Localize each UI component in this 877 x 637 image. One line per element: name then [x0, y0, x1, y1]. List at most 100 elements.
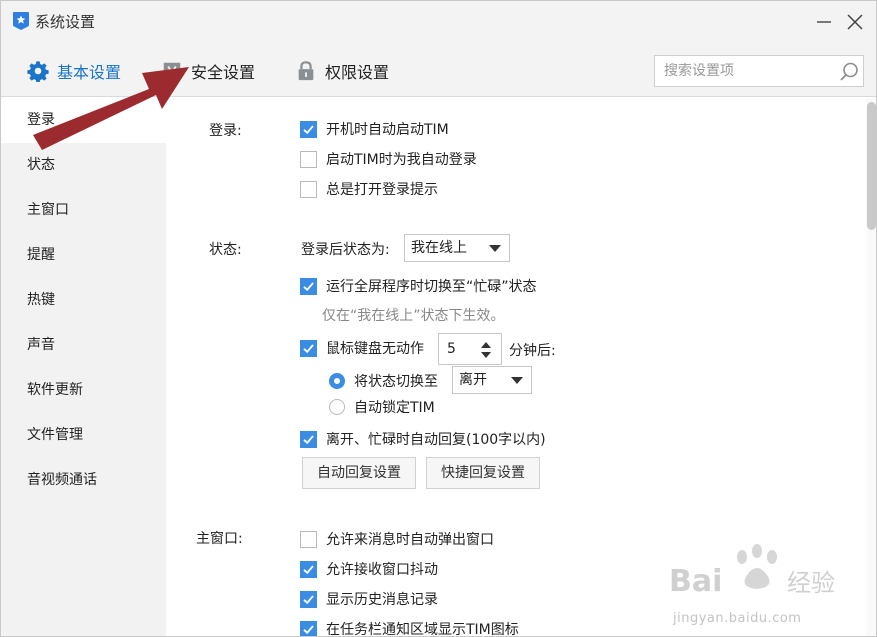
section-main-window-label: 主窗口: [196, 531, 243, 547]
check-icon [303, 594, 314, 604]
idle-suffix-label: 分钟后: [509, 343, 556, 359]
sidebar-item-file-management[interactable]: 文件管理 [1, 413, 166, 458]
stepper-up-icon[interactable] [481, 342, 491, 348]
radio-switch-status[interactable] [329, 373, 345, 389]
close-icon [847, 14, 863, 30]
sidebar-item-main-window[interactable]: 主窗口 [1, 188, 166, 233]
checkbox-tray-icon[interactable] [300, 620, 317, 636]
gear-icon [27, 61, 49, 82]
tim-app-icon [13, 12, 29, 30]
check-icon [303, 124, 314, 134]
option-label: 自动锁定TIM [354, 400, 435, 416]
check-icon [303, 434, 314, 444]
sidebar-item-label: 热键 [27, 292, 55, 308]
option-fullscreen-busy[interactable]: 运行全屏程序时切换至“忙碌”状态 [300, 276, 537, 296]
check-icon [303, 343, 314, 353]
option-label: 离开、忙碌时自动回复(100字以内) [326, 432, 546, 448]
option-auto-lock[interactable]: 自动锁定TIM [329, 397, 435, 417]
option-login-prompt[interactable]: 总是打开登录提示 [300, 179, 438, 199]
sidebar-item-label: 音视频通话 [27, 472, 97, 488]
sidebar-item-label: 软件更新 [27, 382, 83, 398]
option-label: 开机时自动启动TIM [326, 122, 449, 138]
sidebar-item-label: 声音 [27, 337, 55, 353]
search-box[interactable] [654, 55, 864, 87]
sidebar-item-label: 提醒 [27, 247, 55, 263]
checkbox-window-shake[interactable] [300, 560, 317, 578]
lock-icon [298, 61, 314, 81]
watermark-url: jingyan.baidu.com [673, 611, 802, 626]
checkbox-auto-reply[interactable] [300, 430, 317, 448]
quick-reply-settings-button[interactable]: 快捷回复设置 [426, 457, 540, 489]
checkbox-auto-popup[interactable] [300, 530, 317, 548]
sidebar-item-label: 文件管理 [27, 427, 83, 443]
tab-permission-settings[interactable]: 权限设置 [295, 57, 389, 85]
checkbox-auto-login[interactable] [300, 150, 317, 168]
option-auto-reply[interactable]: 离开、忙碌时自动回复(100字以内) [300, 429, 546, 449]
idle-minutes-stepper[interactable] [438, 333, 502, 365]
sidebar-item-login[interactable]: 登录 [1, 98, 166, 143]
check-icon [303, 624, 314, 634]
vertical-scrollbar[interactable] [866, 98, 876, 636]
option-label: 鼠标键盘无动作 [326, 341, 424, 357]
shield-icon [163, 62, 181, 81]
settings-sidebar: 登录 状态 主窗口 提醒 热键 声音 软件更新 文件管理 音视频通话 [1, 98, 166, 636]
option-label: 将状态切换至 [354, 374, 438, 390]
option-label: 总是打开登录提示 [326, 182, 438, 198]
tab-security-label: 安全设置 [191, 63, 256, 82]
check-icon [303, 281, 314, 291]
switch-status-select[interactable]: 离开 [452, 366, 532, 394]
option-auto-start[interactable]: 开机时自动启动TIM [300, 119, 449, 139]
sidebar-item-label: 状态 [27, 157, 55, 173]
title-bar: 系统设置 [1, 1, 876, 43]
stepper-down-icon[interactable] [481, 352, 491, 358]
select-value: 离开 [459, 372, 487, 388]
sidebar-item-label: 登录 [27, 112, 55, 128]
sidebar-item-av-call[interactable]: 音视频通话 [1, 458, 166, 503]
sidebar-item-label: 主窗口 [27, 202, 69, 218]
tab-permission-label: 权限设置 [325, 63, 390, 82]
search-input[interactable] [655, 56, 835, 86]
option-idle[interactable]: 鼠标键盘无动作 [300, 338, 424, 358]
sidebar-item-hotkey[interactable]: 热键 [1, 278, 166, 323]
option-label: 启动TIM时为我自动登录 [326, 152, 477, 168]
sidebar-item-status[interactable]: 状态 [1, 143, 166, 188]
section-status-label: 状态: [209, 242, 242, 258]
idle-minutes-input[interactable] [439, 334, 475, 364]
option-label: 显示历史消息记录 [326, 592, 438, 608]
auto-reply-settings-button[interactable]: 自动回复设置 [302, 457, 416, 489]
sidebar-item-sound[interactable]: 声音 [1, 323, 166, 368]
option-show-history[interactable]: 显示历史消息记录 [300, 589, 438, 609]
settings-content: 登录: 开机时自动启动TIM 启动TIM时为我自动登录 总是打开登录提示 状态:… [166, 98, 866, 637]
minimize-icon [817, 21, 831, 23]
checkbox-login-prompt[interactable] [300, 180, 317, 198]
checkbox-auto-start[interactable] [300, 120, 317, 138]
option-label: 在任务栏通知区域显示TIM图标 [326, 622, 519, 637]
after-login-status-select[interactable]: 我在线上 [404, 234, 510, 262]
tab-security-settings[interactable]: 安全设置 [161, 57, 255, 85]
tab-basic-label: 基本设置 [57, 63, 122, 82]
option-window-shake[interactable]: 允许接收窗口抖动 [300, 559, 438, 579]
chevron-down-icon [489, 245, 501, 252]
settings-window: 系统设置 基本设置 安全设置 权限设置 搜索设置项 登录 状态 主窗口 提醒 热… [0, 0, 877, 637]
sidebar-item-reminder[interactable]: 提醒 [1, 233, 166, 278]
section-login-label: 登录: [209, 123, 242, 139]
after-login-status-label: 登录后状态为: [301, 242, 390, 258]
close-button[interactable] [842, 9, 868, 35]
checkbox-idle[interactable] [300, 339, 317, 357]
option-auto-popup[interactable]: 允许来消息时自动弹出窗口 [300, 529, 494, 549]
option-auto-login[interactable]: 启动TIM时为我自动登录 [300, 149, 477, 169]
minimize-button[interactable] [811, 9, 837, 35]
scrollbar-thumb[interactable] [867, 102, 876, 230]
sidebar-item-software-update[interactable]: 软件更新 [1, 368, 166, 413]
checkbox-fullscreen-busy[interactable] [300, 277, 317, 295]
checkbox-show-history[interactable] [300, 590, 317, 608]
option-tray-icon[interactable]: 在任务栏通知区域显示TIM图标 [300, 619, 519, 637]
search-icon[interactable] [838, 61, 860, 83]
option-switch-status[interactable]: 将状态切换至 [329, 371, 438, 391]
option-label: 运行全屏程序时切换至“忙碌”状态 [326, 279, 537, 295]
radio-auto-lock[interactable] [329, 399, 345, 415]
chevron-down-icon [511, 377, 523, 384]
tab-basic-settings[interactable]: 基本设置 [27, 57, 121, 85]
fullscreen-hint: 仅在“我在线上”状态下生效。 [322, 308, 505, 324]
option-label: 允许接收窗口抖动 [326, 562, 438, 578]
